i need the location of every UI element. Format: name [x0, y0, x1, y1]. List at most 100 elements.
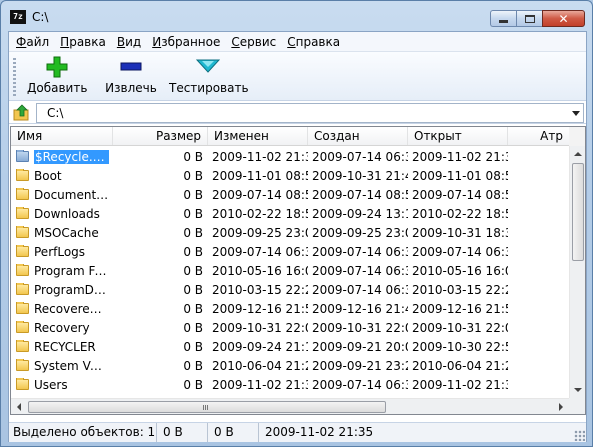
extract-label: Извлечь [105, 81, 157, 95]
minimize-icon [499, 20, 508, 23]
scroll-up-button[interactable] [570, 146, 585, 162]
address-dropdown-icon[interactable] [572, 111, 580, 116]
folder-icon [16, 225, 29, 238]
horizontal-scrollbar[interactable] [11, 398, 569, 414]
folder-icon [16, 320, 29, 333]
test-button[interactable]: Тестировать [169, 55, 249, 99]
table-row[interactable]: Downloads 0 B 2010-02-22 18:56 2009-09-24 1… [11, 204, 569, 223]
resize-grip-icon[interactable] [574, 430, 585, 441]
menu-edit-accel: П [60, 34, 70, 49]
cell-name: MSOCache [11, 225, 113, 240]
table-row[interactable]: MSOCache 0 B 2009-09-25 23:06 2009-09-25 23… [11, 223, 569, 242]
folder-icon [16, 301, 29, 314]
menu-tools[interactable]: Сервис [226, 35, 282, 49]
cell-size: 0 B [183, 263, 203, 278]
cell-created: 2009-07-14 06:37 [312, 263, 408, 278]
folder-up-icon [13, 104, 29, 121]
table-row[interactable]: RECYCLER 0 B 2009-09-24 21:11 2009-09-21 20… [11, 337, 569, 356]
cell-name: RECYCLER [11, 339, 113, 354]
table-row[interactable]: Users 0 B 2009-11-02 21:35 2009-07-14 06:37… [11, 375, 569, 394]
file-name: Program Files [34, 263, 109, 278]
cell-accessed: 2010-06-04 21:24 [412, 358, 508, 373]
column-created[interactable]: Создан [308, 127, 408, 145]
menu-help-accel: С [287, 34, 296, 49]
up-folder-button[interactable] [13, 104, 31, 122]
scroll-up-icon [574, 152, 582, 156]
menu-view[interactable]: Вид [112, 35, 147, 49]
title-bar[interactable]: 7z C:\ ✕ [1, 1, 592, 31]
cell-modified: 2009-07-14 08:53 [212, 187, 308, 202]
close-icon: ✕ [558, 11, 569, 26]
cell-size: 0 B [183, 282, 203, 297]
horizontal-scroll-thumb[interactable] [28, 401, 386, 413]
table-row[interactable]: Boot 0 B 2009-11-01 08:57 2009-10-31 21:45 2… [11, 166, 569, 185]
menu-file[interactable]: Файл [11, 35, 55, 49]
table-row[interactable]: Recovered Fi... 0 B 2009-12-16 21:52 2009-1… [11, 299, 569, 318]
cell-size: 0 B [183, 377, 203, 392]
vertical-scrollbar[interactable] [569, 146, 585, 398]
cell-name: $Recycle.Bin [11, 149, 113, 164]
minus-icon [101, 55, 161, 79]
table-row[interactable]: System Volu... 0 B 2010-06-04 21:24 2009-09… [11, 356, 569, 375]
scroll-left-icon [17, 403, 21, 411]
close-button[interactable]: ✕ [542, 10, 585, 27]
menu-edit[interactable]: Правка [55, 35, 112, 49]
cell-modified: 2009-11-02 21:35 [212, 377, 308, 392]
menu-favorites[interactable]: Избранное [147, 35, 226, 49]
file-name: RECYCLER [34, 339, 96, 354]
status-size: 0 B [157, 423, 208, 442]
table-row[interactable]: Recovery 0 B 2009-10-31 22:09 2009-10-31 22… [11, 318, 569, 337]
cell-name: Documents ... [11, 187, 113, 202]
add-button[interactable]: Добавить [27, 55, 87, 99]
scroll-down-button[interactable] [570, 382, 585, 398]
cell-modified: 2009-10-31 22:09 [212, 320, 308, 335]
column-attributes[interactable]: Атр [508, 127, 569, 145]
toolbar: Добавить Извлечь Тестировать [9, 52, 586, 101]
cell-size: 0 B [183, 149, 203, 164]
column-size[interactable]: Размер [113, 127, 208, 145]
table-row[interactable]: $Recycle.Bin 0 B 2009-11-02 21:35 2009-07-1… [11, 147, 569, 166]
cell-created: 2009-07-14 08:53 [312, 187, 408, 202]
address-field[interactable]: C:\ [36, 103, 584, 123]
menu-view-accel: В [116, 34, 126, 49]
table-row[interactable]: ProgramData 0 B 2010-03-15 22:23 2009-07-14… [11, 280, 569, 299]
table-row[interactable]: PerfLogs 0 B 2009-07-14 06:37 2009-07-14 06… [11, 242, 569, 261]
cell-name: PerfLogs [11, 244, 113, 259]
cell-modified: 2009-11-02 21:35 [212, 149, 308, 164]
cell-size: 0 B [183, 225, 203, 240]
extract-button[interactable]: Извлечь [101, 55, 161, 99]
cell-size: 0 B [183, 206, 203, 221]
table-row[interactable]: Documents ... 0 B 2009-07-14 08:53 2009-07-… [11, 185, 569, 204]
file-name: Recovery [34, 320, 90, 335]
list-rows: $Recycle.Bin 0 B 2009-11-02 21:35 2009-07-1… [11, 147, 569, 394]
address-bar: C:\ [9, 102, 586, 124]
column-modified[interactable]: Изменен [208, 127, 308, 145]
cell-modified: 2009-07-14 06:37 [212, 244, 308, 259]
table-row[interactable]: Program Files 0 B 2010-05-16 16:09 2009-07-… [11, 261, 569, 280]
file-name: Documents ... [34, 187, 109, 202]
vertical-scroll-thumb[interactable] [572, 163, 584, 261]
toolbar-grip[interactable] [13, 58, 16, 96]
cell-created: 2009-07-14 06:37 [312, 377, 408, 392]
cell-accessed: 2010-03-15 22:23 [412, 282, 508, 297]
cell-created: 2009-10-31 22:09 [312, 320, 408, 335]
7zip-app-icon[interactable]: 7z [10, 10, 26, 24]
menu-help[interactable]: Справка [282, 35, 346, 49]
folder-icon [16, 244, 29, 257]
cell-created: 2009-07-14 06:37 [312, 244, 408, 259]
scroll-right-button[interactable] [553, 399, 569, 414]
folder-icon [16, 377, 29, 390]
check-icon [169, 55, 247, 79]
column-accessed[interactable]: Открыт [408, 127, 508, 145]
cell-size: 0 B [183, 320, 203, 335]
menu-tools-label: ервис [239, 34, 277, 49]
list-header: Имя Размер Изменен Создан Открыт Атр [11, 127, 569, 146]
cell-name: Boot [11, 168, 113, 183]
minimize-button[interactable] [490, 10, 516, 27]
cell-size: 0 B [183, 244, 203, 259]
cell-accessed: 2009-11-02 21:35 [412, 149, 508, 164]
scroll-left-button[interactable] [11, 399, 27, 414]
maximize-button[interactable] [516, 10, 542, 27]
column-name[interactable]: Имя [11, 127, 113, 145]
plus-icon [27, 55, 87, 79]
